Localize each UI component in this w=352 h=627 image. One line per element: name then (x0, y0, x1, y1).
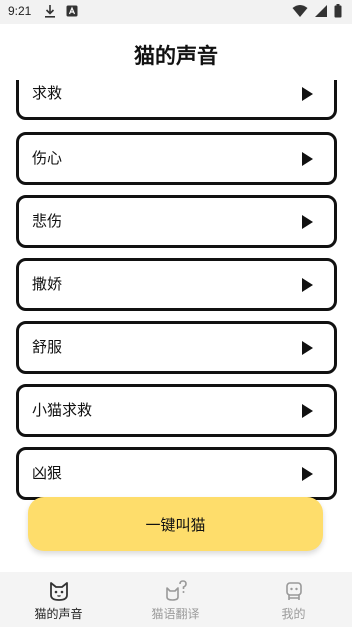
tab-label: 我的 (281, 607, 306, 621)
signal-icon (315, 5, 327, 17)
sound-item-label: 求救 (32, 84, 63, 102)
tab-profile[interactable]: 我的 (235, 572, 352, 627)
status-bar: 9:21 (0, 0, 352, 24)
play-icon (302, 278, 313, 292)
tab-label: 猫的声音 (34, 607, 83, 621)
download-icon (45, 5, 55, 18)
cat-question-icon (165, 580, 187, 601)
play-icon (302, 341, 313, 355)
sound-item-label: 舒服 (32, 338, 63, 356)
sound-item-label: 悲伤 (32, 212, 63, 230)
sound-item[interactable]: 舒服 (16, 321, 337, 374)
page-title: 猫的声音 (134, 44, 218, 68)
sound-list[interactable]: 求救 伤心 悲伤 撒娇 舒服 小猫求救 凶狠 (0, 80, 352, 500)
sound-item[interactable]: 求救 (16, 80, 337, 120)
play-icon (302, 215, 313, 229)
sound-item[interactable]: 悲伤 (16, 195, 337, 248)
sound-item[interactable]: 伤心 (16, 132, 337, 185)
wifi-icon (292, 5, 308, 17)
sound-item-label: 伤心 (32, 149, 63, 167)
play-icon (302, 404, 313, 418)
play-icon (302, 467, 313, 481)
sound-item[interactable]: 小猫求救 (16, 384, 337, 437)
sound-item-label: 撒娇 (32, 275, 63, 293)
tab-label: 猫语翻译 (151, 607, 200, 621)
sound-item[interactable]: 凶狠 (16, 447, 337, 500)
cat-icon (49, 582, 68, 601)
profile-icon (285, 582, 302, 600)
sound-item-label: 凶狠 (32, 464, 63, 482)
sound-item-label: 小猫求救 (32, 401, 93, 419)
call-cat-button[interactable]: 一键叫猫 (28, 497, 323, 551)
sound-item[interactable]: 撒娇 (16, 258, 337, 311)
tab-cat-translate[interactable]: 猫语翻译 (117, 572, 234, 627)
tab-cat-sounds[interactable]: 猫的声音 (0, 572, 117, 627)
play-icon (302, 87, 313, 101)
text-app-icon (66, 5, 78, 17)
bottom-nav: 猫的声音 猫语翻译 我的 (0, 572, 352, 627)
status-time: 9:21 (8, 4, 32, 18)
battery-icon (334, 4, 342, 18)
call-cat-button-label: 一键叫猫 (145, 515, 206, 534)
play-icon (302, 152, 313, 166)
